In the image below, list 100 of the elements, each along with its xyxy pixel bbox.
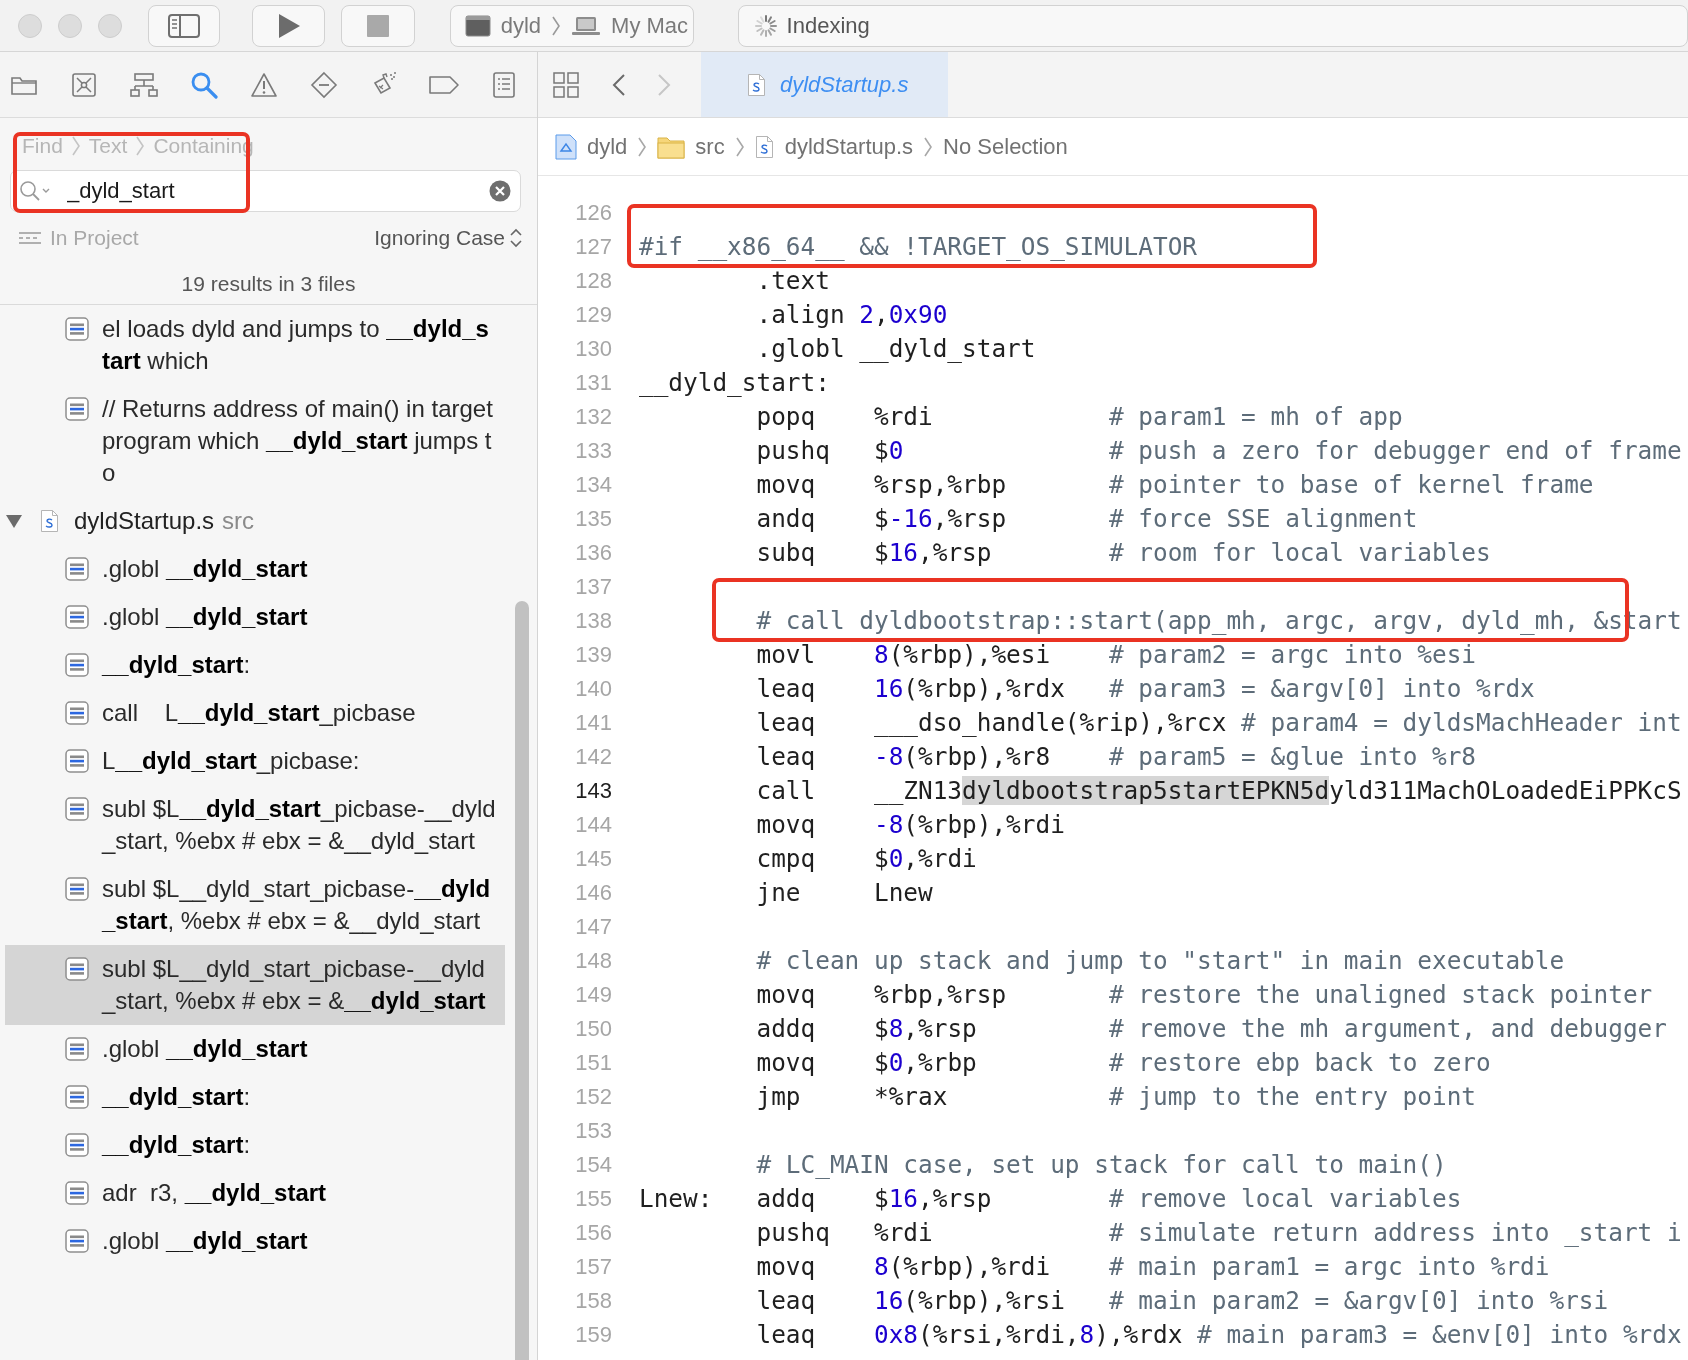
- grid-icon[interactable]: [553, 71, 579, 98]
- terminal-icon: [464, 14, 491, 37]
- chevron-icon: [734, 135, 745, 158]
- document-icon: [65, 1085, 89, 1109]
- search-result[interactable]: subl $L__dyld_start_picbase-__dyld_start, %ebx # ebx = &__dyld_start: [5, 865, 505, 945]
- source-file-icon: [754, 134, 775, 159]
- laptop-icon: [571, 14, 602, 37]
- search-result[interactable]: __dyld_start:: [5, 1073, 505, 1121]
- search-result[interactable]: __dyld_start:: [5, 641, 505, 689]
- document-icon: [65, 557, 89, 581]
- document-icon: [65, 1181, 89, 1205]
- code-line: popq %rdi # param1 = mh of app: [755, 401, 1403, 433]
- search-result[interactable]: .globl __dyld_start: [5, 545, 505, 593]
- play-icon: [276, 12, 301, 39]
- code-line: leaq -8(%rbp),%r8 # param5 = &glue into %r8: [755, 741, 1477, 773]
- clear-icon[interactable]: [489, 180, 511, 202]
- search-result[interactable]: call L__dyld_start_picbase: [5, 689, 505, 737]
- chevron-icon: [70, 135, 81, 157]
- code-line: jmp *%rax # jump to the entry point: [755, 1081, 1477, 1113]
- code-line: movq %rsp,%rbp # pointer to base of kernel frame: [755, 469, 1594, 501]
- scrollbar[interactable]: [515, 601, 529, 1360]
- line-number: 136: [574, 540, 612, 566]
- diamond-icon[interactable]: [310, 70, 338, 99]
- code-line: # LC_MAIN case, set up stack for call to main(): [755, 1149, 1447, 1181]
- code-line: movq $0,%rbp # restore ebp back to zero: [755, 1047, 1491, 1079]
- line-number: 138: [574, 608, 612, 634]
- code-line: movq 8(%rbp),%rdi # main param1 = argc into %rdi: [755, 1251, 1550, 1283]
- line-number: 133: [574, 438, 612, 464]
- code-line: subq $16,%rsp # room for local variables: [755, 537, 1491, 569]
- search-result[interactable]: subl $L__dyld_start_picbase-__dyld_start, %ebx # ebx = &__dyld_start: [5, 785, 505, 865]
- line-number: 156: [574, 1220, 612, 1246]
- stop-icon: [367, 14, 390, 37]
- list-icon[interactable]: [492, 70, 516, 99]
- result-text: el loads dyld and jumps to __dyld_start which: [102, 314, 490, 376]
- search-result[interactable]: el loads dyld and jumps to __dyld_start which: [5, 305, 505, 385]
- spinner-icon: [752, 12, 779, 39]
- document-icon: [65, 957, 89, 981]
- code-line: cmpq $0,%rdi: [755, 843, 977, 875]
- code-line: movq %rbp,%rsp # restore the unaligned stack pointer: [755, 979, 1653, 1011]
- sidebar-toggle-button[interactable]: [148, 4, 221, 47]
- path-item[interactable]: No Selection: [943, 133, 1068, 160]
- file-name[interactable]: dyldStartup.s: [74, 507, 215, 535]
- path-item[interactable]: dyldStartup.s: [784, 133, 914, 160]
- code-line: pushq $0 # push a zero for debugger end of frame: [755, 435, 1682, 467]
- search-result[interactable]: .globl __dyld_start: [5, 593, 505, 641]
- search-icon[interactable]: [190, 70, 218, 99]
- case-button[interactable]: Ignoring Case: [374, 226, 523, 250]
- sidebar-icon: [168, 13, 201, 38]
- crossed-box-icon[interactable]: [71, 71, 97, 98]
- chevron-icon: [551, 14, 562, 37]
- search-field[interactable]: _dyld_start: [10, 170, 521, 212]
- scope-icon: [18, 230, 42, 246]
- chevron-icon: [135, 135, 146, 157]
- code-line: jne Lnew: [755, 877, 933, 909]
- code-line: __dyld_start:: [639, 367, 830, 399]
- search-icon[interactable]: [18, 179, 52, 203]
- back-button[interactable]: [612, 72, 626, 97]
- line-number: 149: [574, 982, 612, 1008]
- document-icon: [65, 1133, 89, 1157]
- code-line: addq $8,%rsp # remove the mh argument, and debugger: [755, 1013, 1667, 1045]
- result-text: __dyld_start:: [102, 1082, 252, 1112]
- hierarchy-icon[interactable]: [130, 71, 158, 98]
- line-number: 158: [574, 1288, 612, 1314]
- search-result[interactable]: L__dyld_start_picbase:: [5, 737, 505, 785]
- result-text: L__dyld_start_picbase:: [102, 746, 361, 776]
- search-result[interactable]: subl $L__dyld_start_picbase-__dyld_start, %ebx # ebx = &__dyld_start: [5, 945, 505, 1025]
- scheme-selector[interactable]: dyld My Mac: [449, 4, 694, 47]
- folder-icon: [657, 134, 686, 159]
- search-result[interactable]: .globl __dyld_start: [5, 1025, 505, 1073]
- warning-icon[interactable]: [250, 71, 278, 98]
- path-item[interactable]: src: [695, 133, 725, 160]
- tag-icon[interactable]: [428, 73, 460, 96]
- search-result[interactable]: // Returns address of main() in target program which __dyld_start jumps to: [5, 385, 505, 497]
- source-file-icon: [747, 72, 767, 97]
- line-number: 157: [574, 1254, 612, 1280]
- document-icon: [65, 1229, 89, 1253]
- code-line: movq -8(%rbp),%rdi: [755, 809, 1065, 841]
- search-result[interactable]: .globl __dyld_start: [5, 1217, 505, 1265]
- line-number: 151: [574, 1050, 612, 1076]
- path-item[interactable]: dyld: [587, 133, 628, 160]
- line-number: 130: [574, 336, 612, 362]
- code-line: leaq ___dso_handle(%rip),%rcx # param4 = dyldsMachHeader int: [755, 707, 1682, 739]
- result-text: .globl __dyld_start: [102, 1034, 309, 1064]
- run-button[interactable]: [252, 4, 326, 47]
- code-line: .align 2,0x90: [755, 299, 948, 331]
- document-icon: [65, 397, 89, 421]
- result-text: __dyld_start:: [102, 1130, 252, 1160]
- search-result[interactable]: adr r3, __dyld_start: [5, 1169, 505, 1217]
- line-number: 159: [574, 1322, 612, 1348]
- line-number: 139: [574, 642, 612, 668]
- search-result[interactable]: __dyld_start:: [5, 1121, 505, 1169]
- project-icon: [555, 133, 577, 160]
- line-number: 148: [574, 948, 612, 974]
- scheme-name: dyld: [500, 12, 542, 39]
- disclosure-triangle[interactable]: [5, 513, 23, 529]
- line-number: 141: [574, 710, 612, 736]
- line-number: 152: [574, 1084, 612, 1110]
- line-number: 142: [574, 744, 612, 770]
- line-number: 143: [574, 778, 612, 804]
- chevron-icon: [923, 135, 934, 158]
